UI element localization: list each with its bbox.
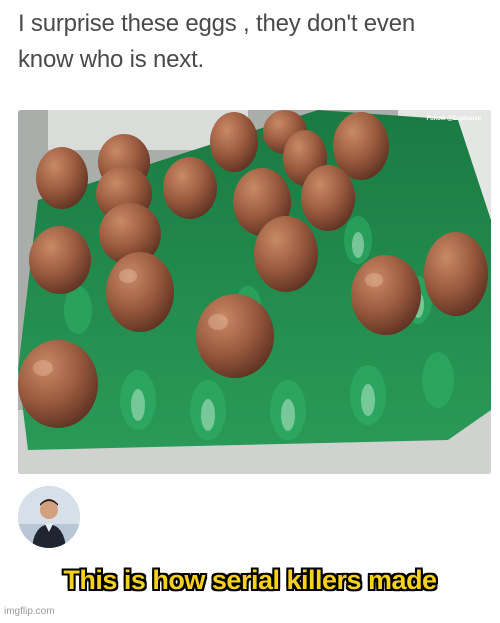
post-text-line-2: know who is next. [18,46,205,73]
imgflip-watermark: imgflip.com [4,606,55,617]
post-text: I surprise these eggs , they don't even … [18,6,488,78]
meme-caption: This is how serial killers made [63,565,437,595]
photo-watermark: Follow @Explosive [426,116,481,122]
post-text-line-1: I surprise these eggs , they don't even [18,10,416,37]
egg-tray-photo: Follow @Explosive [18,110,491,474]
egg-tray-illustration [18,110,491,474]
avatar-person-icon [18,486,80,548]
avatar[interactable] [18,486,80,548]
